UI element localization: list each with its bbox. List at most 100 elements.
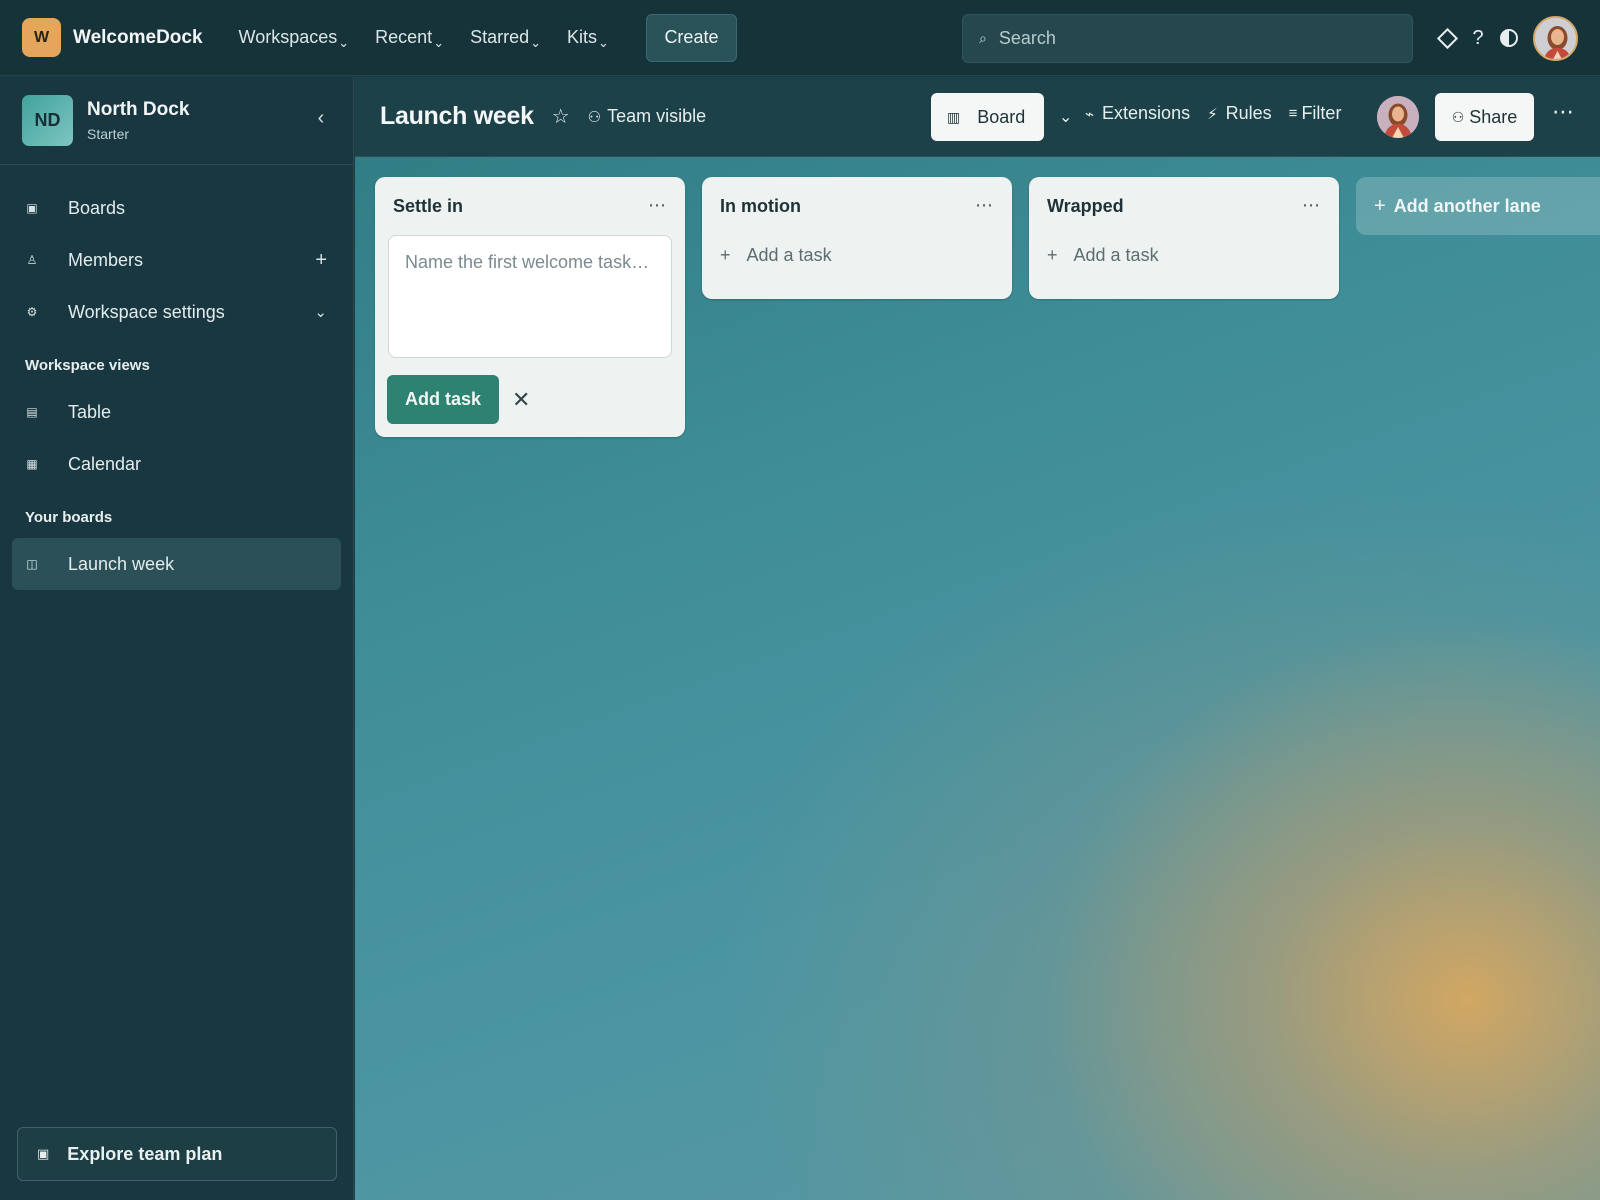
nav-starred-label: Starred — [470, 27, 530, 47]
chevron-down-icon: ⌄ — [338, 35, 350, 50]
diamond-icon[interactable] — [1436, 20, 1458, 56]
plan-icon: ▣ — [37, 1146, 50, 1161]
add-task-label: Add a task — [746, 244, 832, 265]
lane-title[interactable]: Wrapped — [1047, 196, 1124, 217]
sidebar-item-boards[interactable]: ▣ Boards — [0, 182, 353, 234]
nav-recent-label: Recent — [375, 27, 433, 47]
chevron-down-icon: ⌄ — [530, 35, 542, 50]
explore-label: Explore team plan — [67, 1143, 223, 1164]
filter-button[interactable]: ≡ Filter — [1289, 103, 1342, 124]
nav-workspaces-label: Workspaces — [238, 27, 338, 47]
chevron-down-icon[interactable]: ⌄ — [1059, 107, 1072, 127]
add-task-button[interactable]: Add task — [387, 375, 499, 424]
add-member-icon[interactable]: + — [315, 249, 327, 272]
chevron-down-icon: ⌄ — [433, 35, 445, 50]
brand-name[interactable]: WelcomeDock — [73, 27, 203, 49]
visibility-button[interactable]: ⚇ Team visible — [588, 106, 707, 127]
share-label: Share — [1469, 106, 1518, 127]
workspace-views-heading: Workspace views — [25, 357, 150, 374]
lane-menu-icon[interactable]: ⋯ — [975, 195, 994, 216]
sidebar-item-label: Calendar — [68, 453, 142, 474]
add-task-link[interactable]: + Add a task — [702, 235, 1012, 275]
member-avatar-image — [1377, 96, 1419, 138]
board-area: Launch week ☆ ⚇ Team visible ▥ Board ⌄ ⌁… — [355, 77, 1600, 1200]
brand[interactable]: W WelcomeDock — [22, 18, 203, 57]
create-button[interactable]: Create — [645, 13, 737, 62]
filter-label: Filter — [1301, 103, 1342, 123]
visibility-label: Team visible — [607, 106, 707, 126]
board-icon: ◫ — [26, 557, 38, 571]
team-icon: ⚇ — [587, 108, 602, 126]
sidebar-item-table[interactable]: ▤ Table — [0, 386, 353, 438]
board-tools: ⌁ Extensions ⚡ Rules ≡ Filter — [1085, 103, 1358, 124]
add-task-label: Add a task — [1073, 244, 1159, 265]
lane-header: Settle in ⋯ — [375, 177, 685, 235]
share-button[interactable]: ⚇ Share — [1435, 93, 1534, 141]
nav-kits[interactable]: Kits ⌄ — [567, 27, 609, 50]
help-icon[interactable]: ? — [1467, 20, 1489, 56]
composer-actions: Add task ✕ — [375, 363, 685, 437]
nav-recent[interactable]: Recent ⌄ — [375, 27, 445, 50]
sidebar-item-calendar[interactable]: ▦ Calendar — [0, 438, 353, 490]
search-bar[interactable]: ⌕ — [962, 14, 1413, 63]
extensions-button[interactable]: ⌁ Extensions — [1085, 103, 1190, 124]
close-icon[interactable]: ✕ — [512, 387, 530, 413]
rules-label: Rules — [1225, 103, 1272, 123]
explore-team-plan-button[interactable]: ▣ Explore team plan — [17, 1127, 337, 1181]
contrast-icon[interactable] — [1498, 20, 1520, 56]
workspace-logo[interactable]: ND — [22, 95, 73, 146]
add-lane-button[interactable]: + Add another lane — [1356, 177, 1600, 235]
lane-menu-icon[interactable]: ⋯ — [1302, 195, 1321, 216]
board-title[interactable]: Launch week — [380, 102, 534, 131]
table-icon: ▤ — [26, 405, 38, 419]
extensions-icon: ⌁ — [1085, 105, 1095, 123]
sidebar-item-launch-week[interactable]: ◫ Launch week — [12, 538, 341, 590]
add-task-link[interactable]: + Add a task — [1029, 235, 1339, 275]
lane-menu-icon[interactable]: ⋯ — [648, 195, 667, 216]
gear-icon: ⚙ — [26, 305, 38, 319]
lane-settle-in: Settle in ⋯ Add task ✕ — [375, 177, 685, 437]
sidebar-item-label: Launch week — [68, 553, 175, 574]
top-bar: W WelcomeDock Workspaces ⌄ Recent ⌄ Star… — [0, 0, 1600, 76]
workspace-name[interactable]: North Dock — [87, 99, 189, 121]
lane-in-motion: In motion ⋯ + Add a task — [702, 177, 1012, 299]
sidebar-item-label: Workspace settings — [68, 301, 225, 322]
plus-icon: + — [1047, 244, 1058, 265]
rules-button[interactable]: ⚡ Rules — [1207, 103, 1272, 124]
sidebar: ND North Dock Starter ‹ ▣ Boards ♙ Membe… — [0, 77, 354, 1200]
board-header: Launch week ☆ ⚇ Team visible ▥ Board ⌄ ⌁… — [355, 77, 1600, 157]
workspace-header: ND North Dock Starter ‹ — [0, 77, 353, 165]
lane-header: In motion ⋯ — [702, 177, 1012, 235]
nav-workspaces[interactable]: Workspaces ⌄ — [238, 27, 350, 50]
nav-kits-label: Kits — [567, 27, 598, 47]
plus-icon: + — [720, 244, 731, 265]
sidebar-item-workspace-settings[interactable]: ⚙ Workspace settings ⌄ — [0, 286, 353, 338]
nav-starred[interactable]: Starred ⌄ — [470, 27, 542, 50]
sidebar-item-label: Members — [68, 249, 144, 270]
board-view-button[interactable]: ▥ Board — [931, 93, 1044, 141]
lane-title[interactable]: In motion — [720, 196, 801, 217]
boards-icon: ▣ — [26, 201, 38, 215]
workspace-info: North Dock Starter — [87, 99, 189, 142]
sidebar-item-members[interactable]: ♙ Members + — [0, 234, 353, 286]
brand-logo[interactable]: W — [22, 18, 61, 57]
chevron-down-icon[interactable]: ⌄ — [314, 303, 327, 321]
top-icons: ? — [1436, 20, 1529, 56]
members-icon: ♙ — [26, 253, 38, 267]
more-icon[interactable]: ⋯ — [1552, 99, 1575, 125]
filter-icon: ≡ — [1288, 105, 1298, 122]
lane-title[interactable]: Settle in — [393, 196, 463, 217]
extensions-label: Extensions — [1102, 103, 1191, 123]
collapse-sidebar-icon[interactable]: ‹ — [309, 107, 333, 130]
task-name-input[interactable] — [388, 235, 672, 358]
avatar[interactable] — [1533, 16, 1578, 61]
lane-header: Wrapped ⋯ — [1029, 177, 1339, 235]
share-icon: ⚇ — [1451, 108, 1465, 125]
chevron-down-icon: ⌄ — [598, 35, 609, 50]
member-avatar[interactable] — [1377, 96, 1419, 138]
lightning-icon: ⚡ — [1207, 105, 1218, 123]
star-icon[interactable]: ☆ — [552, 104, 570, 129]
search-input[interactable] — [998, 28, 1379, 49]
workspace-plan: Starter — [87, 126, 130, 142]
calendar-icon: ▦ — [26, 457, 38, 471]
